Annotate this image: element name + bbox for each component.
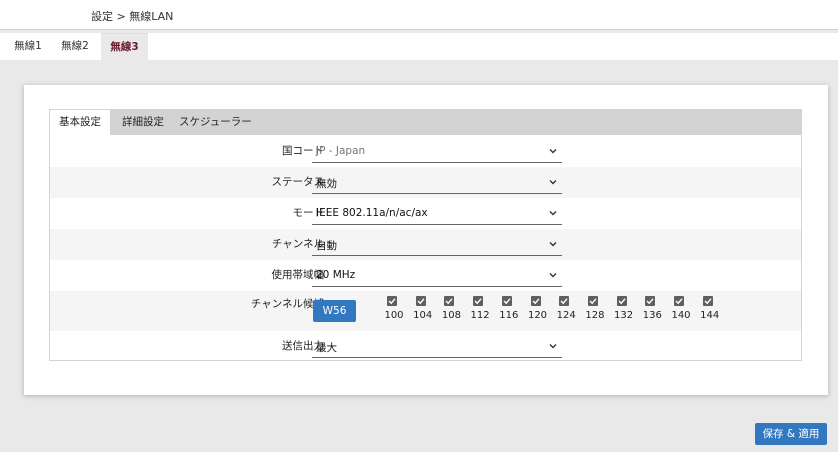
radio-tab-bar: 無線1 無線2 無線3 [0,33,838,60]
status-value: 無効 [316,178,337,190]
chevron-down-icon [549,273,557,278]
check-icon [445,298,453,305]
channel-number: 108 [441,310,461,321]
channel-number: 112 [470,310,490,321]
bandwidth-value: 20 MHz [316,269,356,281]
channel-number: 100 [384,310,404,321]
subtab-basic-settings[interactable]: 基本設定 [50,110,110,135]
row-channel-candidates: チャンネル候補 W56 100 104 108 112 116 120 124 128 132 1… [50,291,801,331]
mode-value: IEEE 802.11a/n/ac/ax [316,207,428,219]
tab-radio-1[interactable]: 無線1 [6,33,50,60]
breadcrumb: 設定 > 無線LAN [91,10,174,23]
tab-radio-2[interactable]: 無線2 [53,33,97,60]
channel-checkbox[interactable] [702,296,713,306]
channel-option: 116 [497,296,521,326]
check-icon [388,298,396,305]
tx-power-select[interactable]: 最大 [312,336,562,358]
channel-checkbox[interactable] [587,296,598,306]
row-country-code: 国コード JP - Japan [50,136,801,167]
chevron-down-icon [549,344,557,349]
channel-checkbox[interactable] [559,296,570,306]
subtab-advanced-settings[interactable]: 詳細設定 [122,110,164,135]
chevron-down-icon [549,180,557,185]
channel-checkbox[interactable] [387,296,397,306]
tx-power-value: 最大 [316,342,337,354]
channel-number: 116 [499,310,519,321]
channel-option: 112 [468,296,492,326]
row-tx-power: 送信出力 最大 [50,331,801,362]
chevron-down-icon [549,211,557,216]
settings-panel: 基本設定 詳細設定 スケジューラー 国コード JP - Japan ステータス … [49,109,802,361]
top-bar: 設定 > 無線LAN [0,0,838,30]
check-icon [675,298,683,305]
check-icon [560,298,568,305]
row-mode: モード IEEE 802.11a/n/ac/ax [50,198,801,229]
save-apply-button[interactable]: 保存 & 適用 [755,423,827,445]
check-icon [618,298,626,305]
country-code-select[interactable]: JP - Japan [312,141,562,163]
channel-checkbox[interactable] [444,296,455,306]
channel-checkbox[interactable] [616,296,627,306]
row-channel: チャンネル 自動 [50,229,801,260]
channel-checkbox[interactable] [645,296,656,306]
channel-option: 140 [669,296,693,326]
channel-option: 120 [526,296,550,326]
channel-option: 104 [411,296,435,326]
w56-group-button[interactable]: W56 [313,300,356,322]
subtab-scheduler[interactable]: スケジューラー [179,110,252,135]
channel-option: 128 [583,296,607,326]
channel-value: 自動 [316,240,337,252]
check-icon [646,298,654,305]
tab-radio-3[interactable]: 無線3 [101,33,148,60]
channel-number: 124 [556,310,576,321]
channel-select[interactable]: 自動 [312,234,562,256]
channel-option: 100 [382,296,406,326]
channel-number: 128 [585,310,605,321]
channel-checkbox[interactable] [473,296,484,306]
channel-checkbox[interactable] [415,296,426,306]
channel-option: 108 [439,296,463,326]
check-icon [417,298,425,305]
status-select[interactable]: 無効 [312,172,562,194]
check-icon [532,298,540,305]
bandwidth-select[interactable]: 20 MHz [312,265,562,287]
channel-option: 124 [554,296,578,326]
chevron-down-icon [549,242,557,247]
channel-number: 132 [614,310,634,321]
channel-checkbox[interactable] [674,296,684,306]
channel-checkbox[interactable] [530,296,541,306]
channel-number: 140 [671,310,691,321]
check-icon [474,298,482,305]
row-bandwidth: 使用帯域幅 20 MHz [50,260,801,291]
channel-option: 144 [698,296,722,326]
subtab-bar: 基本設定 詳細設定 スケジューラー [50,110,801,135]
channel-number: 104 [413,310,433,321]
mode-select[interactable]: IEEE 802.11a/n/ac/ax [312,203,562,225]
chevron-down-icon [549,149,557,154]
country-code-value: JP - Japan [316,145,366,157]
channel-option: 132 [612,296,636,326]
check-icon [704,298,712,305]
row-status: ステータス 無効 [50,167,801,198]
channel-checkbox[interactable] [501,296,512,306]
check-icon [503,298,511,305]
channel-number: 144 [700,310,720,321]
channel-option: 136 [640,296,664,326]
channel-number: 120 [527,310,548,321]
check-icon [589,298,597,305]
channel-number: 136 [642,310,662,321]
settings-card: 基本設定 詳細設定 スケジューラー 国コード JP - Japan ステータス … [24,85,828,395]
